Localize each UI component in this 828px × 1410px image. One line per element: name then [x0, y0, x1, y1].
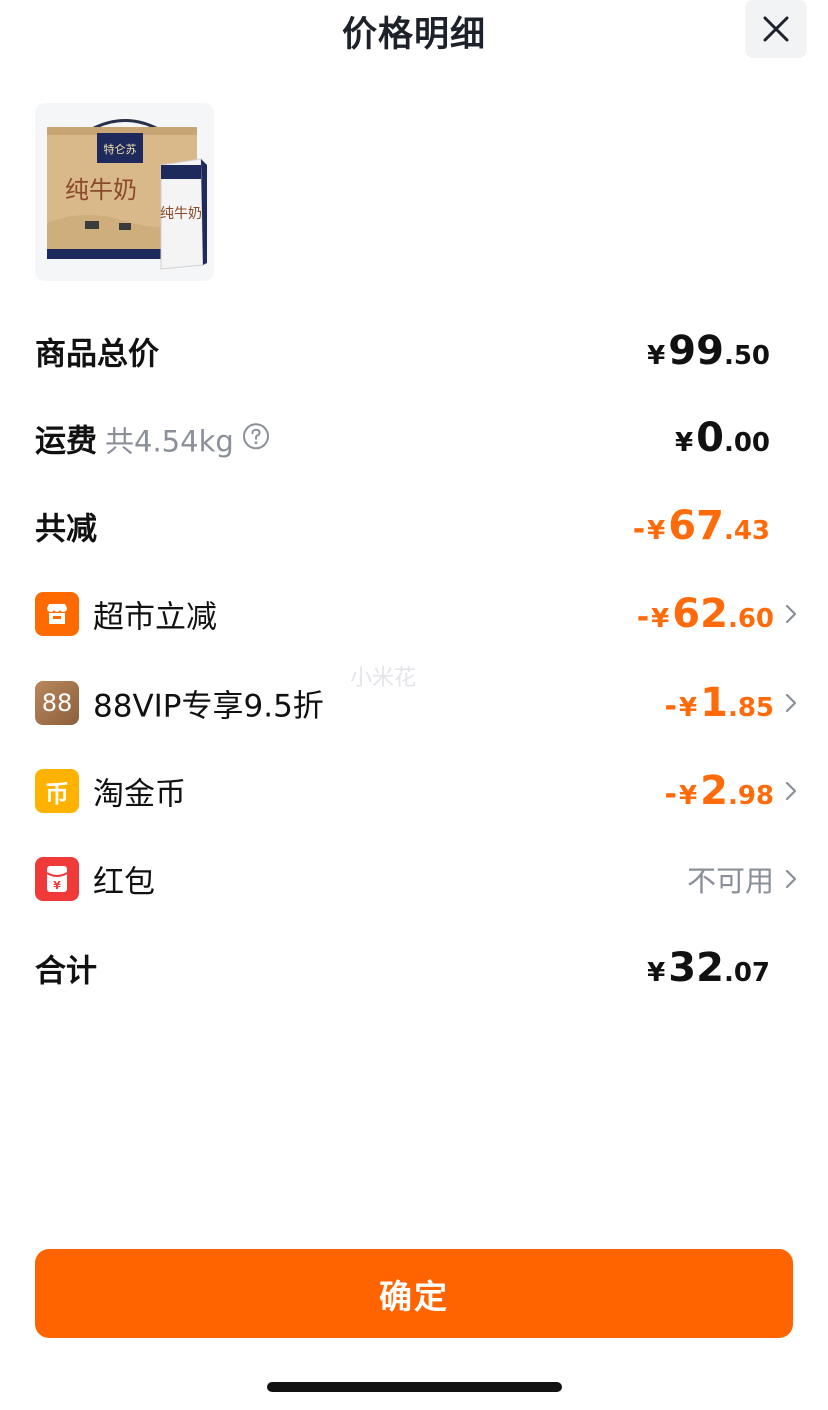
discount-label: 淘金币	[93, 776, 186, 813]
amount-integer: 0	[696, 415, 724, 461]
supermarket-icon	[35, 592, 79, 636]
minus-sign: -	[664, 777, 677, 812]
total-row: 合计 ¥ 32 .07	[35, 938, 770, 998]
subtotal-row: 商品总价 ¥ 99 .50	[35, 321, 770, 381]
brand-text: 特仑苏	[104, 142, 137, 156]
carton-text: 纯牛奶	[160, 206, 202, 222]
page-title: 价格明细	[341, 15, 486, 55]
close-button[interactable]	[745, 0, 807, 58]
discount-label: 超市立减	[93, 599, 217, 636]
currency-symbol: ¥	[679, 693, 698, 723]
discount-row-supermarket[interactable]: 超市立减 - ¥ 62 .60	[35, 584, 797, 644]
88vip-icon: 88	[35, 681, 79, 725]
amount-integer: 99	[668, 328, 724, 374]
amount-decimal: .00	[723, 428, 770, 458]
amount-integer: 67	[668, 503, 724, 549]
discount-amount: - ¥ 1 .85	[665, 680, 774, 726]
coin-icon: 币	[35, 769, 79, 813]
amount-decimal: .43	[723, 516, 770, 546]
total-discount-row: 共减 - ¥ 67 .43	[35, 496, 770, 556]
discount-amount: - ¥ 2 .98	[665, 768, 774, 814]
home-indicator	[267, 1382, 562, 1392]
shipping-label: 运费 共4.54kg	[35, 415, 270, 461]
shipping-title: 运费	[35, 423, 97, 460]
milk-box-illustration: 特仑苏 纯牛奶 纯牛奶	[47, 119, 207, 270]
coin-icon-text: 币	[45, 779, 69, 808]
discount-amount-wrap: - ¥ 62 .60	[637, 591, 797, 637]
watermark: 小米花	[350, 666, 417, 691]
amount-integer: 2	[700, 768, 728, 814]
amount-integer: 1	[700, 680, 728, 726]
unavailable-status: 不可用	[686, 864, 774, 898]
discount-row-coin[interactable]: 币 淘金币 - ¥ 2 .98	[35, 761, 797, 821]
currency-symbol: ¥	[675, 428, 694, 458]
chevron-right-icon	[785, 869, 797, 889]
subtotal-label: 商品总价	[35, 336, 159, 373]
currency-symbol: ¥	[679, 781, 698, 811]
total-amount: ¥ 32 .07	[647, 945, 770, 991]
discount-amount-wrap: 不可用	[687, 858, 797, 900]
total-discount-amount: - ¥ 67 .43	[633, 503, 770, 549]
total-discount-label: 共减	[35, 511, 97, 548]
currency-symbol: ¥	[647, 958, 666, 988]
currency-symbol: ¥	[651, 604, 670, 634]
red-packet-icon: ¥	[35, 857, 79, 901]
chevron-right-icon	[785, 693, 797, 713]
minus-sign: -	[664, 689, 677, 724]
amount-integer: 62	[672, 591, 728, 637]
discount-amount: - ¥ 62 .60	[637, 591, 774, 637]
amount-decimal: .98	[727, 781, 774, 811]
minus-sign: -	[636, 600, 650, 635]
amount-decimal: .60	[727, 604, 774, 634]
header: 价格明细	[0, 0, 828, 64]
discount-amount-wrap: - ¥ 2 .98	[665, 768, 797, 814]
shipping-row: 运费 共4.54kg ¥ 0 .00	[35, 408, 770, 468]
subtotal-amount: ¥ 99 .50	[647, 328, 770, 374]
confirm-button[interactable]: 确定	[35, 1249, 793, 1338]
minus-sign: -	[632, 512, 646, 547]
close-icon	[763, 16, 789, 42]
currency-symbol: ¥	[647, 341, 666, 371]
discount-row-red-packet[interactable]: ¥ 红包 不可用	[35, 849, 797, 909]
red-packet-icon-text: ¥	[53, 879, 61, 892]
help-icon[interactable]	[242, 422, 270, 458]
88vip-icon-text: 88	[41, 689, 73, 717]
shipping-weight: 共4.54kg	[105, 424, 234, 459]
discount-label: 88VIP专享9.5折	[93, 688, 324, 725]
chevron-right-icon	[785, 781, 797, 801]
total-label: 合计	[35, 953, 97, 990]
product-image[interactable]: 特仑苏 纯牛奶 纯牛奶	[35, 103, 214, 281]
amount-decimal: .85	[727, 693, 774, 723]
amount-decimal: .50	[723, 341, 770, 371]
chevron-right-icon	[785, 604, 797, 624]
shipping-amount: ¥ 0 .00	[675, 415, 770, 461]
discount-amount-wrap: - ¥ 1 .85	[665, 680, 797, 726]
amount-decimal: .07	[723, 958, 770, 988]
currency-symbol: ¥	[647, 516, 666, 546]
discount-label: 红包	[93, 864, 155, 901]
amount-integer: 32	[668, 945, 724, 991]
product-label-text: 纯牛奶	[65, 176, 137, 204]
